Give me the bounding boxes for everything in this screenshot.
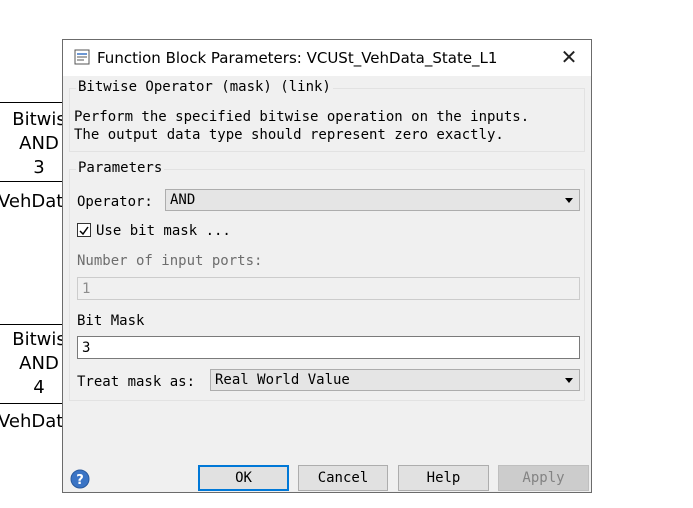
operator-dropdown[interactable]: AND (165, 189, 580, 211)
background-block-2-line1: Bitwis (12, 329, 66, 350)
number-of-input-ports-field: 1 (77, 277, 580, 300)
treat-mask-as-value: Real World Value (215, 372, 350, 388)
mask-group-title: Bitwise Operator (mask) (link) (76, 79, 333, 95)
mask-description-line2: The output data type should represent ze… (74, 127, 504, 143)
background-label-vehdat-1: VehDat (0, 191, 64, 212)
parameters-group-title: Parameters (76, 160, 165, 176)
close-icon[interactable]: ✕ (557, 46, 581, 70)
apply-button: Apply (498, 465, 589, 491)
bit-mask-value: 3 (82, 340, 91, 356)
background-block-1-line1: Bitwis (12, 109, 66, 130)
background-block-2-line3: 4 (33, 377, 45, 398)
background-block-2-line2: AND (19, 353, 59, 374)
operator-label: Operator: (77, 194, 153, 210)
treat-mask-as-dropdown[interactable]: Real World Value (210, 369, 580, 391)
background-block-1-line2: AND (19, 133, 59, 154)
number-of-input-ports-value: 1 (82, 281, 91, 297)
use-bit-mask-label[interactable]: Use bit mask ... (96, 223, 231, 239)
function-block-parameters-dialog: Function Block Parameters: VCUSt_VehData… (62, 39, 592, 493)
use-bit-mask-checkbox[interactable] (77, 223, 91, 237)
operator-value: AND (170, 192, 196, 208)
bit-mask-label: Bit Mask (77, 313, 145, 329)
checkmark-icon (79, 226, 89, 236)
help-icon[interactable]: ? (70, 469, 90, 489)
ok-button[interactable]: OK (198, 465, 289, 491)
block-parameters-icon (74, 49, 90, 65)
chevron-down-icon (565, 198, 573, 203)
cancel-button[interactable]: Cancel (298, 465, 388, 491)
help-button[interactable]: Help (398, 465, 489, 491)
svg-text:?: ? (76, 473, 84, 488)
background-block-1-line3: 3 (33, 157, 45, 178)
dialog-title: Function Block Parameters: VCUSt_VehData… (97, 49, 498, 67)
mask-description-group: Bitwise Operator (mask) (link) Perform t… (69, 79, 585, 152)
background-label-vehdat-2: VehDat (0, 411, 64, 432)
chevron-down-icon (565, 378, 573, 383)
mask-description-line1: Perform the specified bitwise operation … (74, 109, 530, 125)
treat-mask-as-label: Treat mask as: (77, 374, 196, 390)
number-of-input-ports-label: Number of input ports: (77, 253, 263, 269)
bit-mask-field[interactable]: 3 (77, 336, 580, 359)
title-bar[interactable]: Function Block Parameters: VCUSt_VehData… (63, 40, 591, 76)
parameters-group: Parameters Operator: AND Use bit mask ..… (69, 160, 585, 401)
